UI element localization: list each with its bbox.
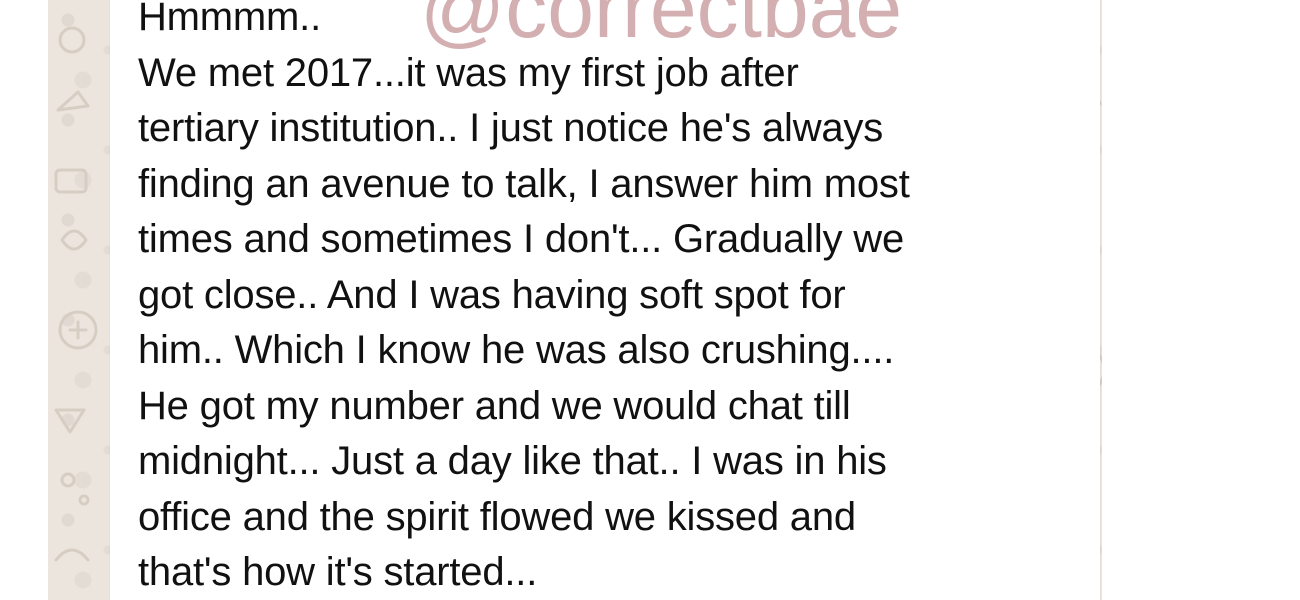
- message-text: Hmmmm.. We met 2017...it was my first jo…: [138, 0, 910, 594]
- chat-wallpaper: Hmmmm.. We met 2017...it was my first jo…: [48, 0, 1102, 600]
- message-bubble: Hmmmm.. We met 2017...it was my first jo…: [110, 0, 1100, 600]
